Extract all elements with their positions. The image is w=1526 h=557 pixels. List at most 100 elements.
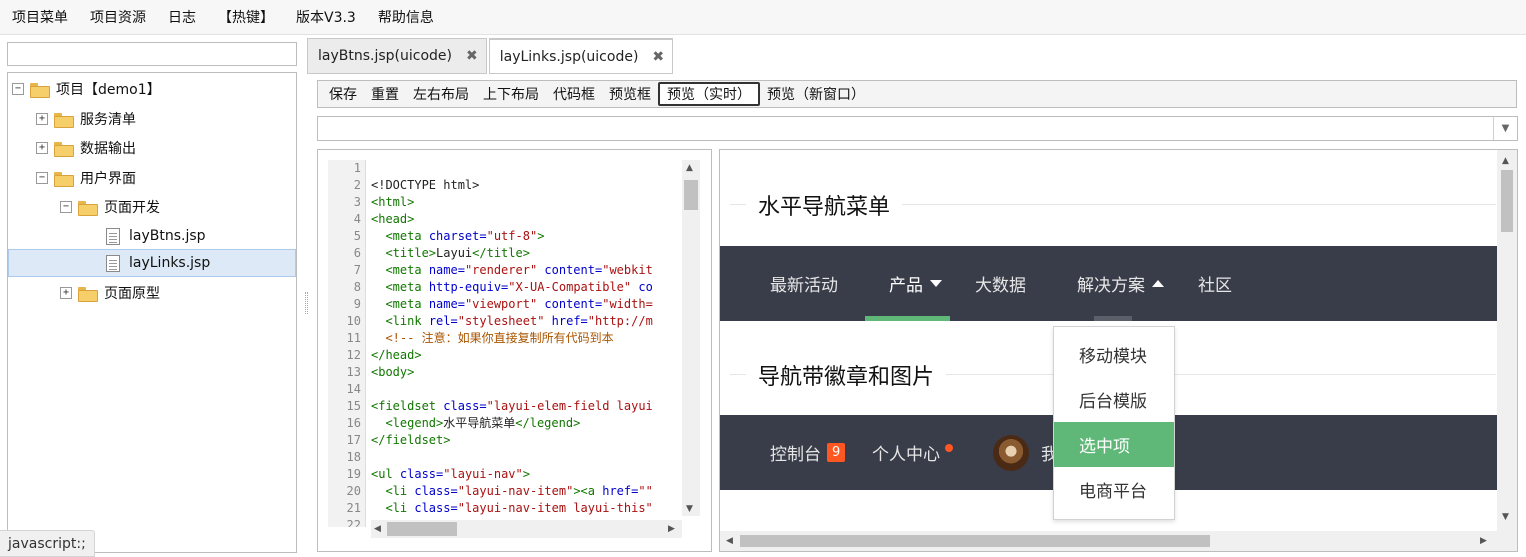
code-text-area[interactable]: <!DOCTYPE html> <html> <head> <meta charse… [371,160,682,527]
code-line: <head> [371,211,682,228]
preview-new-window-button[interactable]: 预览（新窗口） [760,82,872,106]
code-horizontal-scrollbar[interactable]: ◀ ▶ [371,520,682,538]
code-token: <link [385,314,429,328]
code-token: content= [537,263,603,277]
scroll-thumb[interactable] [684,180,698,210]
code-token: http-equiv= [428,280,509,294]
tree-node-page-prototype[interactable]: + 页面原型 [60,279,160,307]
tree-node-label: 页面原型 [104,286,160,302]
scroll-thumb[interactable] [387,522,457,536]
collapse-toggle-icon[interactable]: − [60,201,72,213]
menu-bar: 项目菜单 项目资源 日志 【热键】 版本V3.3 帮助信息 [0,0,1526,35]
scroll-left-icon[interactable]: ◀ [726,536,733,546]
tree-node-project[interactable]: − 项目【demo1】 [12,75,161,103]
close-icon[interactable]: ✖ [652,49,664,65]
dropdown-item-selected[interactable]: 选中项 [1054,422,1174,467]
chevron-down-icon[interactable]: ▼ [1493,117,1517,140]
dropdown-item-admin[interactable]: 后台模版 [1054,377,1174,422]
tree-node-page-dev[interactable]: − 页面开发 [60,193,160,221]
nav-item-label: 产品 [889,276,923,296]
scroll-down-icon[interactable]: ▼ [686,504,693,514]
code-line: <!-- 注意：如果你直接复制所有代码到本 [371,330,682,347]
layout-horizontal-button[interactable]: 左右布局 [406,82,476,106]
code-vertical-scrollbar[interactable]: ▲ ▼ [682,160,700,516]
tree-node-laylinks[interactable]: layLinks.jsp [8,249,296,277]
code-pane-button[interactable]: 代码框 [546,82,602,106]
tree-node-laybtns[interactable]: layBtns.jsp [106,222,206,250]
expand-toggle-icon[interactable]: + [36,142,48,154]
nav-item-latest[interactable]: 最新活动 [770,246,838,321]
scroll-left-icon[interactable]: ◀ [374,524,381,534]
tree-node-services[interactable]: + 服务清单 [36,105,136,133]
code-editor[interactable]: 1 2 3 4 5 6 7 8 9 10 11 12 13 14 15 16 17 18 19 20 21 22 <!DO… [317,149,712,552]
tree-node-label: 服务清单 [80,112,136,128]
preview-horizontal-scrollbar[interactable]: ◀ ▶ [720,531,1497,551]
code-token: charset= [428,229,487,243]
tree-node-ui[interactable]: − 用户界面 [36,164,136,192]
menu-item-hotkeys[interactable]: 【热键】 [218,7,274,27]
preview-vertical-scrollbar[interactable]: ▲ ▼ [1497,150,1517,551]
folder-open-icon [54,171,74,187]
nav-item-console[interactable]: 控制台 9 [770,415,846,490]
tab-laybtns[interactable]: layBtns.jsp(uicode) ✖ [307,38,487,74]
code-token: co [631,280,653,294]
layout-vertical-button[interactable]: 上下布局 [476,82,546,106]
menu-item-log[interactable]: 日志 [168,7,196,27]
menu-item-resources[interactable]: 项目资源 [90,7,146,27]
nav-item-label: 解决方案 [1077,276,1145,296]
scroll-up-icon[interactable]: ▲ [1502,156,1509,166]
reset-button[interactable]: 重置 [364,82,406,106]
url-combobox[interactable]: ▼ [317,116,1518,141]
editor-toolbar: 保存 重置 左右布局 上下布局 代码框 预览框 预览（实时） 预览（新窗口） [317,80,1517,108]
nav-item-bigdata[interactable]: 大数据 [975,246,1026,321]
dropdown-item-mobile[interactable]: 移动模块 [1054,332,1174,377]
nav-item-community[interactable]: 社区 [1198,246,1232,321]
code-token: 水平导航菜单 [443,416,516,430]
code-token: class= [414,501,458,515]
dropdown-item-ecommerce[interactable]: 电商平台 [1054,467,1174,512]
menu-item-help[interactable]: 帮助信息 [378,7,434,27]
scroll-down-icon[interactable]: ▼ [1502,512,1509,522]
nav-item-products[interactable]: 产品 [889,246,942,321]
scroll-thumb[interactable] [740,535,1210,547]
tree-search-input[interactable] [7,42,297,66]
code-token: ><a [573,484,603,498]
caret-down-icon [930,280,942,287]
menu-item-version[interactable]: 版本V3.3 [296,7,356,27]
menu-item-project[interactable]: 项目菜单 [12,7,68,27]
scroll-thumb[interactable] [1501,170,1513,232]
preview-live-button[interactable]: 预览（实时） [658,82,760,106]
collapse-toggle-icon[interactable]: − [12,83,24,95]
line-number: 21 [346,501,361,515]
tree-node-label: 数据输出 [80,141,136,157]
nav-item-user[interactable]: 我 [993,415,1058,490]
folder-icon [78,286,98,302]
code-token: <meta [385,229,429,243]
close-icon[interactable]: ✖ [466,48,478,64]
code-token: > [522,467,530,481]
save-button[interactable]: 保存 [322,82,364,106]
code-token: <body> [371,365,415,379]
scroll-right-icon[interactable]: ▶ [668,524,675,534]
code-token: <li [385,484,415,498]
code-line: <title>Layui</title> [371,245,682,262]
line-number: 9 [353,297,361,311]
nav-item-solutions[interactable]: 解决方案 [1077,246,1164,321]
panel-splitter-handle[interactable] [305,292,308,314]
tree-node-data-output[interactable]: + 数据输出 [36,134,136,162]
code-token: "layui-nav-item" [457,484,574,498]
scroll-up-icon[interactable]: ▲ [686,163,693,173]
expand-toggle-icon[interactable]: + [60,287,72,299]
preview-pane-button[interactable]: 预览框 [602,82,658,106]
line-number: 10 [346,314,361,328]
nav-item-personal[interactable]: 个人中心 [872,415,953,490]
code-line: <meta name="renderer" content="webkit [371,262,682,279]
tab-laylinks[interactable]: layLinks.jsp(uicode) ✖ [488,38,674,74]
code-line: <legend>水平导航菜单</legend> [371,415,682,432]
collapse-toggle-icon[interactable]: − [36,172,48,184]
line-number: 20 [346,484,361,498]
expand-toggle-icon[interactable]: + [36,113,48,125]
scroll-right-icon[interactable]: ▶ [1480,536,1487,546]
tree-node-label: 项目【demo1】 [56,82,161,98]
